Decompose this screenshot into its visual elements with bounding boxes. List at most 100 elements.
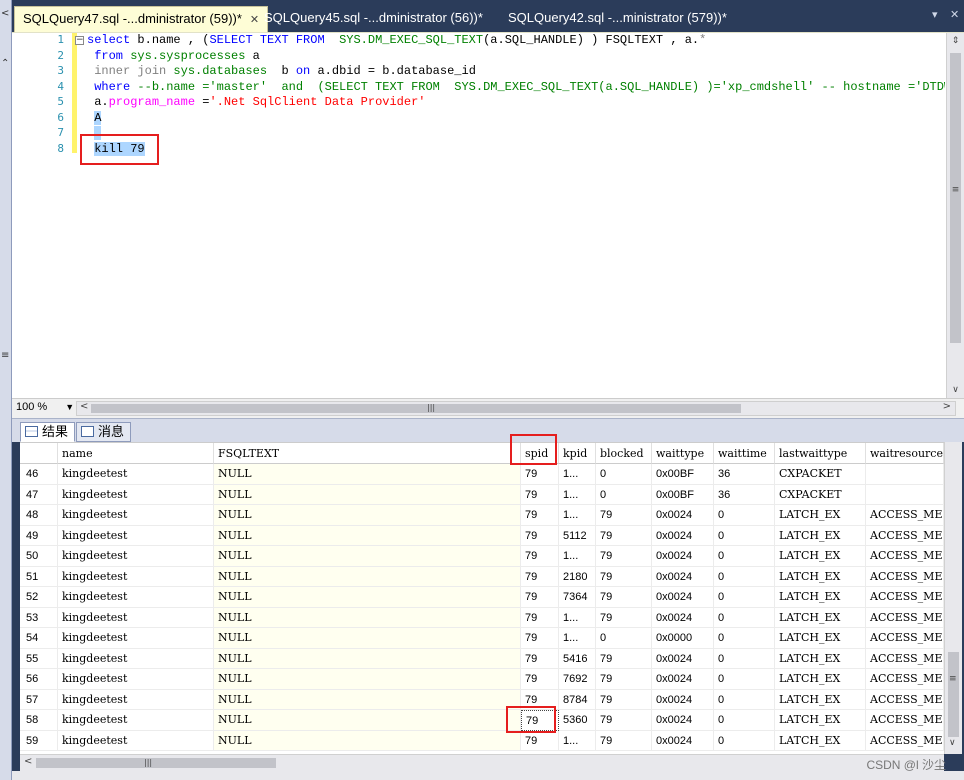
scroll-thumb[interactable] xyxy=(950,53,961,343)
blocked-cell[interactable]: 79 xyxy=(596,546,652,567)
waittime-cell[interactable]: 0 xyxy=(714,669,775,690)
waittype-cell[interactable]: 0x00BF xyxy=(652,464,714,485)
row-number[interactable]: 46 xyxy=(20,464,58,485)
scroll-down-icon[interactable]: ∨ xyxy=(949,738,956,748)
table-row[interactable]: 55 kingdeetest NULL 79 5416 79 0x0024 0 LATCH_EX… xyxy=(20,648,944,669)
fsqltext-cell[interactable]: NULL xyxy=(214,587,521,608)
kpid-cell[interactable]: 1... xyxy=(559,628,596,649)
kpid-cell[interactable]: 1... xyxy=(559,484,596,505)
fsqltext-cell[interactable]: NULL xyxy=(214,484,521,505)
table-row[interactable]: 47 kingdeetest NULL 79 1... 0 0x00BF 36 CXPACKET xyxy=(20,484,944,505)
row-number[interactable]: 48 xyxy=(20,505,58,526)
waitresource-cell[interactable]: ACCESS_ME... xyxy=(866,546,944,567)
name-cell[interactable]: kingdeetest xyxy=(58,484,214,505)
tab-results[interactable]: 结果 xyxy=(20,422,76,442)
code-text-area[interactable]: select b.name , (SELECT TEXT FROM SYS.DM… xyxy=(87,33,945,399)
scroll-thumb[interactable] xyxy=(948,652,959,737)
spid-cell[interactable]: 79 xyxy=(521,587,559,608)
row-number[interactable]: 52 xyxy=(20,587,58,608)
table-row[interactable]: 59 kingdeetest NULL 79 1... 79 0x0024 0 LATCH_EX… xyxy=(20,730,944,751)
name-cell[interactable]: kingdeetest xyxy=(58,669,214,690)
waittype-cell[interactable]: 0x0024 xyxy=(652,525,714,546)
row-number[interactable]: 54 xyxy=(20,628,58,649)
waittype-cell[interactable]: 0x0024 xyxy=(652,587,714,608)
spid-cell[interactable]: 79 xyxy=(521,669,559,690)
waittype-cell[interactable]: 0x0024 xyxy=(652,566,714,587)
grid-horizontal-scrollbar[interactable]: < ||| xyxy=(20,754,944,771)
waittype-cell[interactable]: 0x0024 xyxy=(652,505,714,526)
fsqltext-cell[interactable]: NULL xyxy=(214,628,521,649)
name-cell[interactable]: kingdeetest xyxy=(58,566,214,587)
waittype-cell[interactable]: 0x0024 xyxy=(652,710,714,731)
waitresource-cell[interactable] xyxy=(866,484,944,505)
tab-sqlquery47[interactable]: SQLQuery47.sql -...dministrator (59))* ✕ xyxy=(14,6,269,32)
blocked-cell[interactable]: 79 xyxy=(596,525,652,546)
blocked-cell[interactable]: 79 xyxy=(596,587,652,608)
name-cell[interactable]: kingdeetest xyxy=(58,505,214,526)
waittime-cell[interactable]: 0 xyxy=(714,505,775,526)
table-row[interactable]: 52 kingdeetest NULL 79 7364 79 0x0024 0 LATCH_EX… xyxy=(20,587,944,608)
table-row[interactable]: 48 kingdeetest NULL 79 1... 79 0x0024 0 LATCH_EX… xyxy=(20,505,944,526)
lastwaittype-cell[interactable]: LATCH_EX xyxy=(775,566,866,587)
spid-cell[interactable]: 79 xyxy=(521,628,559,649)
name-cell[interactable]: kingdeetest xyxy=(58,587,214,608)
results-grid[interactable]: name FSQLTEXT spid kpid blocked waittype… xyxy=(20,442,944,754)
waitresource-cell[interactable]: ACCESS_ME... xyxy=(866,505,944,526)
collapse-region-icon[interactable]: − xyxy=(75,36,84,45)
waitresource-cell[interactable]: ACCESS_ME... xyxy=(866,689,944,710)
table-row[interactable]: 53 kingdeetest NULL 79 1... 79 0x0024 0 LATCH_EX… xyxy=(20,607,944,628)
tab-dropdown-icon[interactable]: ▾ xyxy=(932,8,938,21)
waittime-cell[interactable]: 0 xyxy=(714,710,775,731)
lastwaittype-cell[interactable]: LATCH_EX xyxy=(775,689,866,710)
column-header[interactable]: waittype xyxy=(652,443,714,464)
editor-horizontal-scrollbar[interactable]: < ||| > xyxy=(76,401,956,416)
waittime-cell[interactable]: 36 xyxy=(714,484,775,505)
table-row[interactable]: 56 kingdeetest NULL 79 7692 79 0x0024 0 LATCH_EX… xyxy=(20,669,944,690)
column-header[interactable]: name xyxy=(58,443,214,464)
column-header[interactable]: waittime xyxy=(714,443,775,464)
name-cell[interactable]: kingdeetest xyxy=(58,689,214,710)
name-cell[interactable]: kingdeetest xyxy=(58,464,214,485)
row-number[interactable]: 55 xyxy=(20,648,58,669)
name-cell[interactable]: kingdeetest xyxy=(58,730,214,751)
waitresource-cell[interactable]: ACCESS_ME... xyxy=(866,730,944,751)
lastwaittype-cell[interactable]: LATCH_EX xyxy=(775,525,866,546)
waittype-cell[interactable]: 0x00BF xyxy=(652,484,714,505)
waittype-cell[interactable]: 0x0000 xyxy=(652,628,714,649)
waitresource-cell[interactable]: ACCESS_ME... xyxy=(866,587,944,608)
fsqltext-cell[interactable]: NULL xyxy=(214,505,521,526)
waitresource-cell[interactable]: ACCESS_ME... xyxy=(866,525,944,546)
blocked-cell[interactable]: 79 xyxy=(596,566,652,587)
lastwaittype-cell[interactable]: LATCH_EX xyxy=(775,628,866,649)
table-row[interactable]: 46 kingdeetest NULL 79 1... 0 0x00BF 36 CXPACKET xyxy=(20,464,944,485)
column-header[interactable]: lastwaittype xyxy=(775,443,866,464)
tab-messages[interactable]: 消息 xyxy=(76,422,132,442)
blocked-cell[interactable]: 79 xyxy=(596,505,652,526)
name-cell[interactable]: kingdeetest xyxy=(58,710,214,731)
waittime-cell[interactable]: 0 xyxy=(714,689,775,710)
blocked-cell[interactable]: 79 xyxy=(596,648,652,669)
fsqltext-cell[interactable]: NULL xyxy=(214,648,521,669)
lastwaittype-cell[interactable]: LATCH_EX xyxy=(775,546,866,567)
fsqltext-cell[interactable]: NULL xyxy=(214,566,521,587)
zoom-select[interactable]: 100 % ▼ xyxy=(16,401,74,413)
spid-cell[interactable]: 79 xyxy=(521,525,559,546)
row-number[interactable]: 50 xyxy=(20,546,58,567)
kpid-cell[interactable]: 1... xyxy=(559,730,596,751)
row-number[interactable]: 59 xyxy=(20,730,58,751)
fsqltext-cell[interactable]: NULL xyxy=(214,669,521,690)
waitresource-cell[interactable]: ACCESS_ME... xyxy=(866,607,944,628)
spid-cell[interactable]: 79 xyxy=(521,648,559,669)
grid-vertical-scrollbar[interactable]: ≡ ∨ xyxy=(944,442,962,754)
waittime-cell[interactable]: 0 xyxy=(714,628,775,649)
fsqltext-cell[interactable]: NULL xyxy=(214,525,521,546)
pin-icon[interactable]: ⌃ xyxy=(1,58,9,69)
kpid-cell[interactable]: 5360 xyxy=(559,710,596,731)
waittime-cell[interactable]: 36 xyxy=(714,464,775,485)
name-cell[interactable]: kingdeetest xyxy=(58,525,214,546)
spid-cell[interactable]: 79 xyxy=(521,484,559,505)
spid-cell[interactable]: 79 xyxy=(521,464,559,485)
spid-cell[interactable]: 79 xyxy=(521,505,559,526)
lastwaittype-cell[interactable]: LATCH_EX xyxy=(775,730,866,751)
table-row[interactable]: 57 kingdeetest NULL 79 8784 79 0x0024 0 LATCH_EX… xyxy=(20,689,944,710)
